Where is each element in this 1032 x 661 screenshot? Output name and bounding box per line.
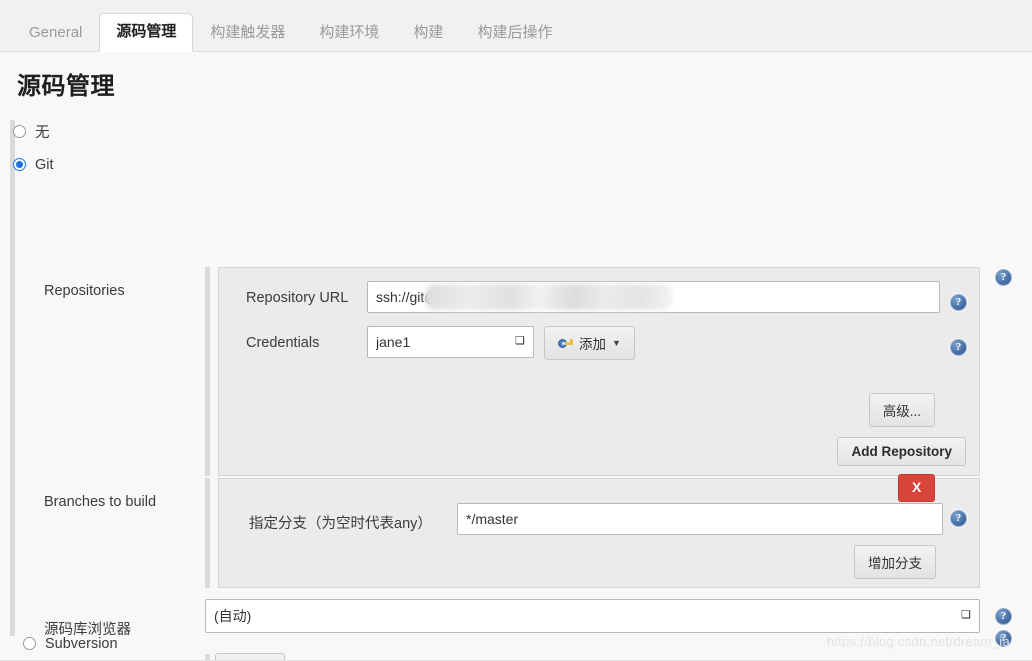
branch-specifier-input[interactable]: [457, 503, 943, 535]
scm-option-none[interactable]: 无: [0, 115, 1032, 148]
jenkins-job-config-page: General 源码管理 构建触发器 构建环境 构建 构建后操作 源码管理 无 …: [0, 0, 1032, 661]
help-icon-branch-specifier[interactable]: ?: [950, 510, 967, 527]
page-title: 源码管理: [17, 73, 115, 100]
help-icon-repositories[interactable]: ?: [995, 269, 1012, 286]
credentials-select[interactable]: - 无 - jane1: [367, 326, 534, 358]
radio-git[interactable]: [13, 158, 26, 171]
scm-option-git[interactable]: Git: [0, 148, 1032, 181]
caret-down-icon: ▼: [612, 338, 621, 348]
radio-subversion-label: Subversion: [45, 635, 118, 652]
add-branch-label: 增加分支: [868, 556, 922, 571]
tab-list: General 源码管理 构建触发器 构建环境 构建 构建后操作: [12, 7, 569, 52]
advanced-button[interactable]: 高级...: [868, 393, 935, 427]
scm-option-subversion[interactable]: Subversion: [10, 627, 118, 660]
tab-general[interactable]: General: [12, 14, 99, 52]
branch-specifier-label: 指定分支（为空时代表any）: [249, 516, 432, 532]
radio-none[interactable]: [13, 125, 26, 138]
help-icon-repository-browser[interactable]: ?: [995, 608, 1012, 625]
branches-rail: [205, 478, 210, 588]
scm-section: 无 Git Repositories Repository URL ssh://…: [0, 110, 1032, 661]
repository-url-redaction: [425, 284, 673, 310]
config-tab-bar: General 源码管理 构建触发器 构建环境 构建 构建后操作: [0, 0, 1032, 52]
branches-to-build-label: Branches to build: [44, 494, 157, 510]
credentials-label: Credentials: [246, 335, 320, 351]
radio-git-label: Git: [35, 156, 54, 173]
tab-build-environment[interactable]: 构建环境: [302, 14, 396, 52]
add-repository-button[interactable]: Add Repository: [837, 437, 966, 466]
advanced-label: 高级...: [882, 404, 921, 419]
branches-panel: 指定分支（为空时代表any） 增加分支: [218, 478, 980, 588]
help-icon-repository-url[interactable]: ?: [950, 294, 967, 311]
repository-browser-select[interactable]: (自动): [205, 599, 980, 633]
git-settings-block: Repositories Repository URL Credentials …: [0, 181, 1032, 661]
add-credentials-button[interactable]: 添加 ▼: [544, 326, 635, 360]
radio-none-label: 无: [35, 125, 50, 141]
add-repository-label: Add Repository: [851, 444, 952, 459]
delete-branch-button[interactable]: X: [898, 474, 936, 502]
add-credentials-label: 添加: [579, 337, 606, 352]
tab-build[interactable]: 构建: [396, 14, 460, 52]
watermark: https://blog.csdn.net/dream_ia: [826, 634, 1010, 649]
add-branch-button[interactable]: 增加分支: [854, 545, 936, 579]
repositories-panel: Repository URL Credentials - 无 - jane1 ❏: [218, 267, 980, 476]
tab-build-triggers[interactable]: 构建触发器: [193, 14, 302, 52]
radio-subversion[interactable]: [23, 637, 36, 650]
repositories-label: Repositories: [44, 283, 125, 299]
repositories-rail: [205, 267, 210, 476]
tab-post-build-actions[interactable]: 构建后操作: [460, 14, 569, 52]
help-icon-credentials[interactable]: ?: [950, 339, 967, 356]
repository-url-label: Repository URL: [246, 290, 349, 306]
key-icon: [558, 338, 573, 349]
tab-source-code-management[interactable]: 源码管理: [99, 13, 194, 52]
